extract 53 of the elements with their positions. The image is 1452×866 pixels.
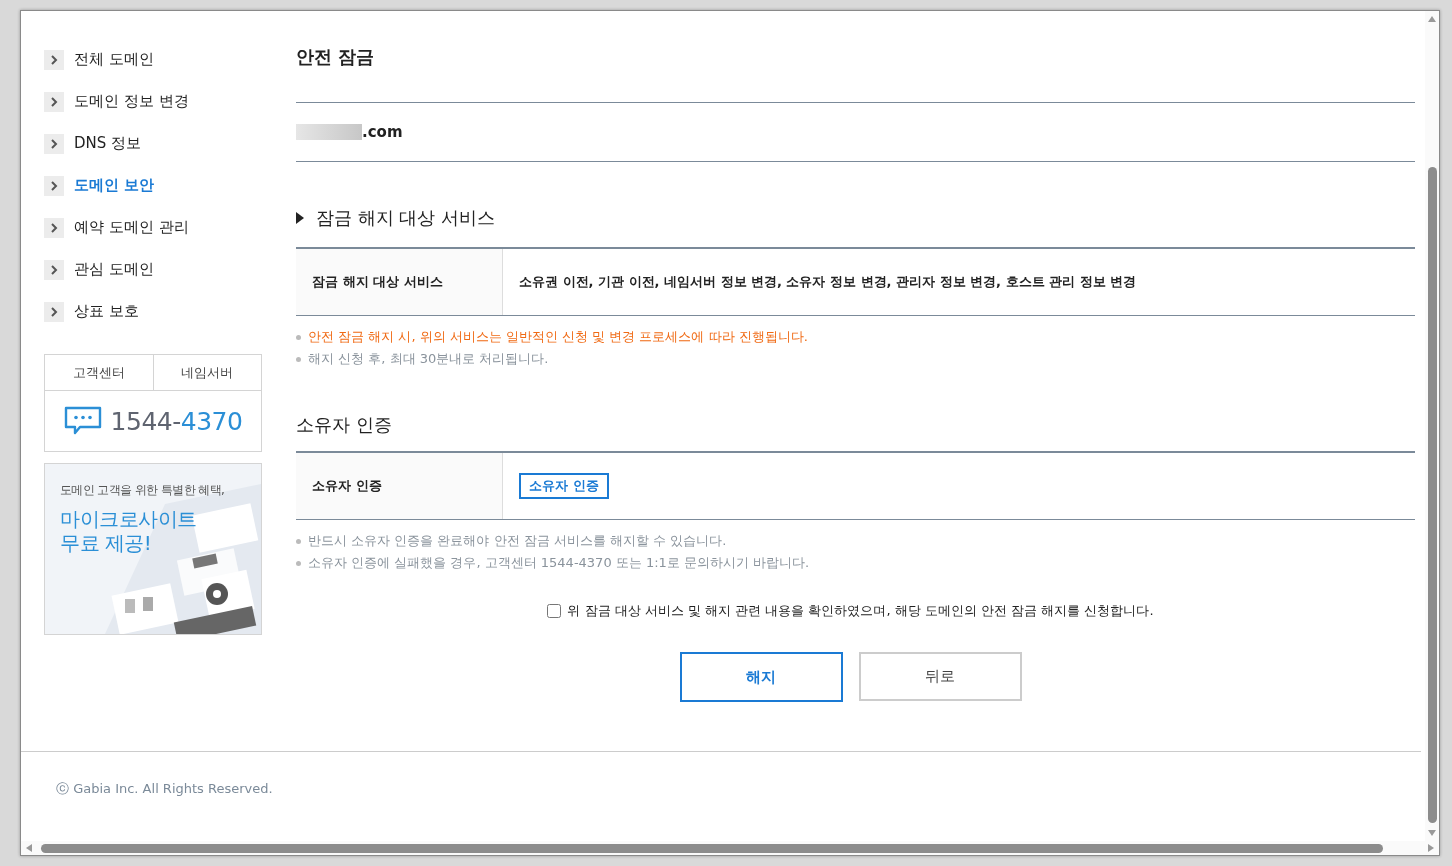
- cancel-lock-button[interactable]: 해지: [679, 652, 843, 702]
- note-text: 반드시 소유자 인증을 완료해야 안전 잠금 서비스를 해지할 수 있습니다.: [308, 532, 727, 550]
- chevron-icon: [44, 301, 64, 322]
- section-title: 잠금 해지 대상 서비스: [316, 206, 496, 230]
- promo-banner[interactable]: 도메인 고객을 위한 특별한 혜택, 마이크로사이트 무료 제공!: [44, 463, 262, 635]
- note-text: 안전 잠금 해지 시, 위의 서비스는 일반적인 신청 및 변경 프로세스에 따라 진행됩니다.: [308, 328, 808, 346]
- chevron-icon: [44, 175, 64, 196]
- sidebar-item[interactable]: 상표 보호: [74, 302, 139, 321]
- horizontal-scrollbar[interactable]: [21, 841, 1439, 855]
- chevron-icon: [44, 259, 64, 280]
- phone-number: 1544-4370: [110, 406, 243, 436]
- banner-headline: 마이크로사이트: [60, 507, 198, 531]
- scroll-left-icon[interactable]: [25, 843, 33, 853]
- back-button[interactable]: 뒤로: [858, 652, 1022, 701]
- bullet-icon: [296, 356, 301, 362]
- sidebar-item[interactable]: 전체 도메인: [74, 50, 154, 69]
- bullet-icon: [296, 334, 301, 340]
- contact-tab[interactable]: 네임서버: [152, 355, 261, 390]
- scroll-thumb[interactable]: [1427, 167, 1437, 823]
- sidebar-item[interactable]: DNS 정보: [74, 134, 142, 153]
- chevron-icon: [44, 91, 64, 112]
- table-header-cell: 잠금 해지 대상 서비스: [296, 249, 503, 315]
- triangle-icon: [296, 212, 304, 224]
- scroll-up-icon[interactable]: [1427, 15, 1437, 23]
- chat-icon: [63, 406, 102, 436]
- banner-text: 도메인 고객을 위한 특별한 혜택,: [60, 482, 226, 499]
- copyright-text: ⓒ Gabia Inc. All Rights Reserved.: [56, 780, 274, 798]
- banner-headline: 무료 제공!: [60, 531, 153, 555]
- chevron-icon: [44, 133, 64, 154]
- redaction-mark: [296, 124, 362, 140]
- agree-label: 위 잠금 대상 서비스 및 해지 관련 내용을 확인하였으며, 해당 도메인의 안전 잠금 해지를 신청합니다.: [567, 602, 1154, 620]
- sidebar-item[interactable]: 관심 도메인: [74, 260, 154, 279]
- bullet-icon: [296, 538, 301, 544]
- sidebar-item[interactable]: 도메인 정보 변경: [74, 92, 189, 111]
- note-text: 소유자 인증에 실패했을 경우, 고객센터 1544-4370 또는 1:1로 문의하시기 바랍니다.: [308, 554, 810, 572]
- agree-checkbox[interactable]: [547, 604, 562, 618]
- contact-tab[interactable]: 고객센터: [45, 355, 153, 390]
- bullet-icon: [296, 560, 301, 566]
- chevron-icon: [44, 49, 64, 70]
- table-header-cell: 소유자 인증: [296, 453, 503, 519]
- domain-name: .com: [362, 123, 403, 141]
- section-title: 소유자 인증: [296, 413, 393, 437]
- verify-button[interactable]: 소유자 인증: [519, 473, 609, 499]
- page-title: 안전 잠금: [296, 45, 1415, 103]
- chevron-icon: [44, 217, 64, 238]
- scroll-down-icon[interactable]: [1427, 829, 1437, 837]
- table-cell-text: 소유권 이전, 기관 이전, 네임서버 정보 변경, 소유자 정보 변경, 관리자 정보 변경, 호스트 관리 정보 변경: [518, 273, 1138, 291]
- vertical-scrollbar[interactable]: [1425, 11, 1439, 841]
- note-text: 해지 신청 후, 최대 30분내로 처리됩니다.: [308, 350, 549, 368]
- sidebar-item[interactable]: 도메인 보안: [74, 176, 155, 195]
- sidebar-item[interactable]: 예약 도메인 관리: [74, 218, 189, 237]
- scroll-thumb[interactable]: [41, 843, 1383, 853]
- scroll-right-icon[interactable]: [1427, 843, 1435, 853]
